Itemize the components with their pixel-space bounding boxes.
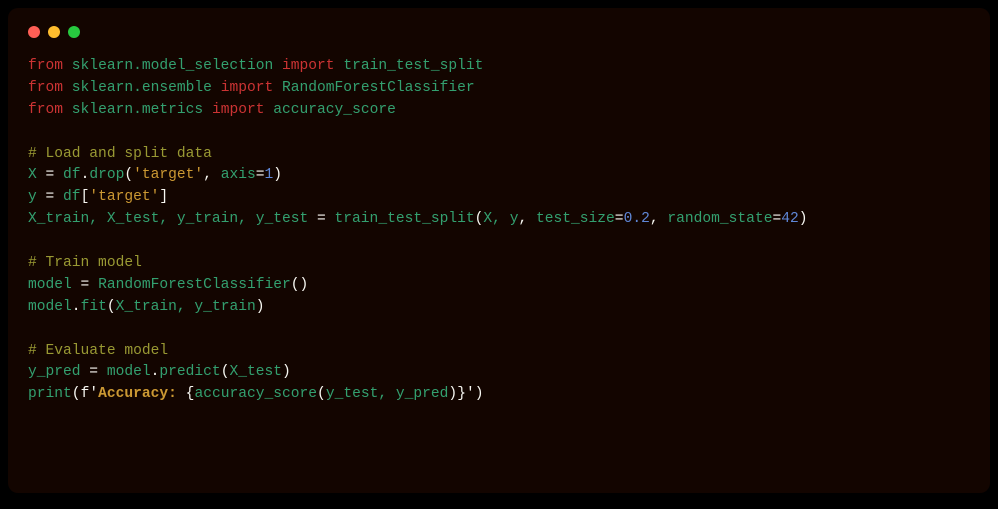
- comma: ,: [650, 211, 668, 227]
- bracket: ]: [159, 189, 168, 205]
- paren: ): [475, 386, 484, 402]
- keyword-from: from: [28, 58, 63, 74]
- keyword-from: from: [28, 102, 63, 118]
- args: X, y: [483, 211, 518, 227]
- method: drop: [89, 167, 124, 183]
- string: 'target': [89, 189, 159, 205]
- code-line: y_pred = model.predict(X_test): [28, 364, 291, 380]
- function: accuracy_score: [194, 386, 317, 402]
- code-line: from sklearn.model_selection import trai…: [28, 58, 483, 74]
- comment: # Load and split data: [28, 146, 212, 162]
- variable: model: [28, 277, 72, 293]
- variable: df: [63, 167, 81, 183]
- code-line: X = df.drop('target', axis=1): [28, 167, 282, 183]
- paren: (: [291, 277, 300, 293]
- paren: ): [282, 364, 291, 380]
- maximize-icon[interactable]: [68, 26, 80, 38]
- minimize-icon[interactable]: [48, 26, 60, 38]
- import-name: RandomForestClassifier: [282, 80, 475, 96]
- operator: =: [72, 277, 98, 293]
- paren: ): [256, 299, 265, 315]
- code-line: model = RandomForestClassifier(): [28, 277, 308, 293]
- method: predict: [159, 364, 220, 380]
- terminal-window: from sklearn.model_selection import trai…: [8, 8, 990, 493]
- module-name: sklearn.model_selection: [72, 58, 273, 74]
- brace: }: [457, 386, 466, 402]
- param: axis: [221, 167, 256, 183]
- bracket: [: [81, 189, 90, 205]
- args: y_test, y_pred: [326, 386, 449, 402]
- code-line: y = df['target']: [28, 189, 168, 205]
- args: X_train, y_train: [116, 299, 256, 315]
- comment: # Train model: [28, 255, 142, 271]
- paren: ): [300, 277, 309, 293]
- param: random_state: [667, 211, 772, 227]
- variable: df: [63, 189, 81, 205]
- string: Accuracy:: [98, 386, 186, 402]
- operator: .: [81, 167, 90, 183]
- operator: .: [72, 299, 81, 315]
- module-name: sklearn.metrics: [72, 102, 203, 118]
- import-name: train_test_split: [343, 58, 483, 74]
- operator: =: [615, 211, 624, 227]
- code-line: # Evaluate model: [28, 343, 168, 359]
- code-line: from sklearn.metrics import accuracy_sco…: [28, 102, 396, 118]
- keyword-import: import: [212, 102, 265, 118]
- operator: =: [81, 364, 107, 380]
- code-line: # Train model: [28, 255, 142, 271]
- keyword-from: from: [28, 80, 63, 96]
- function: train_test_split: [335, 211, 475, 227]
- code-line: print(f'Accuracy: {accuracy_score(y_test…: [28, 386, 483, 402]
- quote: ': [89, 386, 98, 402]
- operator: =: [37, 189, 63, 205]
- variable: model: [28, 299, 72, 315]
- comma: ,: [518, 211, 536, 227]
- number: 42: [781, 211, 799, 227]
- quote: ': [466, 386, 475, 402]
- variable: X_train, X_test, y_train, y_test: [28, 211, 308, 227]
- method: fit: [81, 299, 107, 315]
- paren: ): [448, 386, 457, 402]
- paren: (: [72, 386, 81, 402]
- paren: (: [317, 386, 326, 402]
- import-name: accuracy_score: [273, 102, 396, 118]
- paren: ): [799, 211, 808, 227]
- variable: model: [107, 364, 151, 380]
- comma: ,: [203, 167, 221, 183]
- comment: # Evaluate model: [28, 343, 168, 359]
- code-line: from sklearn.ensemble import RandomFores…: [28, 80, 475, 96]
- paren: (: [107, 299, 116, 315]
- keyword-import: import: [282, 58, 335, 74]
- class: RandomForestClassifier: [98, 277, 291, 293]
- variable: y: [28, 189, 37, 205]
- operator: =: [772, 211, 781, 227]
- paren: ): [273, 167, 282, 183]
- builtin: print: [28, 386, 72, 402]
- operator: =: [308, 211, 334, 227]
- code-line: model.fit(X_train, y_train): [28, 299, 265, 315]
- string: 'target': [133, 167, 203, 183]
- code-line: # Load and split data: [28, 146, 212, 162]
- variable: X: [28, 167, 37, 183]
- variable: y_pred: [28, 364, 81, 380]
- number: 0.2: [624, 211, 650, 227]
- number: 1: [265, 167, 274, 183]
- close-icon[interactable]: [28, 26, 40, 38]
- param: test_size: [536, 211, 615, 227]
- module-name: sklearn.ensemble: [72, 80, 212, 96]
- args: X_test: [229, 364, 282, 380]
- operator: =: [256, 167, 265, 183]
- code-line: X_train, X_test, y_train, y_test = train…: [28, 211, 808, 227]
- window-controls: [28, 26, 970, 38]
- paren: (: [124, 167, 133, 183]
- code-block: from sklearn.model_selection import trai…: [28, 56, 970, 406]
- fstring-prefix: f: [81, 386, 90, 402]
- operator: =: [37, 167, 63, 183]
- keyword-import: import: [221, 80, 274, 96]
